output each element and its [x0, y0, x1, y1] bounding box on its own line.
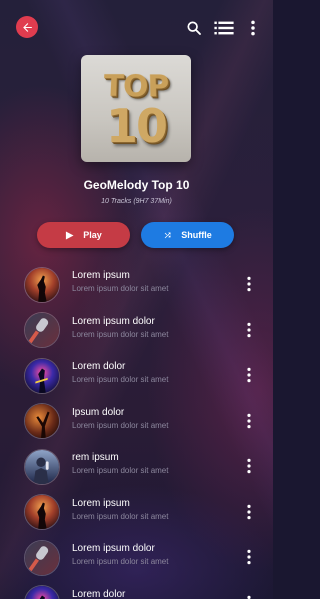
- more-vertical-icon: [248, 20, 258, 36]
- shuffle-label: Shuffle: [181, 230, 212, 240]
- play-label: Play: [83, 230, 102, 240]
- track-text: Ipsum dolor Lorem ipsum dolor sit amet: [72, 407, 168, 430]
- track-subtitle: Lorem ipsum dolor sit amet: [72, 284, 169, 293]
- track-title: Lorem ipsum: [72, 270, 130, 281]
- track-subtitle: Lorem ipsum dolor sit amet: [72, 557, 169, 566]
- track-artwork: [24, 312, 60, 349]
- more-vertical-icon: [244, 276, 254, 292]
- track-artwork: [24, 403, 60, 440]
- track-more-button[interactable]: [244, 504, 254, 520]
- track-more-button[interactable]: [244, 458, 254, 474]
- search-icon: [186, 20, 202, 36]
- track-artwork: [24, 448, 60, 485]
- track-subtitle: Lorem ipsum dolor sit amet: [72, 420, 169, 430]
- track-artwork: [24, 539, 60, 576]
- track-row[interactable]: Lorem ipsum Lorem ipsum dolor sit amet: [0, 490, 273, 536]
- track-title: Lorem dolor: [72, 588, 126, 599]
- playlist-meta: 10 Tracks (9H7 37Min): [101, 198, 172, 205]
- track-artwork: [24, 585, 60, 599]
- track-row[interactable]: Lorem ipsum dolor Lorem ipsum dolor sit a…: [0, 308, 273, 354]
- more-vertical-icon: [244, 322, 254, 338]
- track-title: rem ipsum: [72, 452, 119, 463]
- track-more-button[interactable]: [244, 413, 254, 429]
- queue-button[interactable]: [214, 20, 234, 36]
- more-options-button[interactable]: [248, 20, 258, 36]
- track-more-button[interactable]: [244, 595, 254, 599]
- play-icon: [65, 230, 74, 240]
- more-vertical-icon: [244, 595, 254, 599]
- track-title: Lorem dolor: [72, 361, 126, 372]
- track-row[interactable]: Lorem ipsum dolor Lorem ipsum dolor sit a…: [0, 535, 273, 581]
- track-title: Ipsum dolor: [72, 406, 125, 418]
- shuffle-icon: [163, 231, 172, 240]
- track-artwork: [24, 266, 60, 303]
- track-subtitle: Lorem ipsum dolor sit amet: [72, 511, 169, 521]
- track-artwork: [24, 357, 60, 394]
- track-row[interactable]: rem ipsum Lorem ipsum dolor sit amet: [0, 444, 273, 490]
- album-cover: TOP 10: [81, 55, 191, 162]
- playlist-icon: [214, 20, 234, 36]
- track-text: rem ipsum Lorem ipsum dolor sit amet: [72, 452, 168, 475]
- playlist-screen: TOP 10 GeoMelody Top 10 10 Tracks (9H7 3…: [0, 0, 273, 599]
- track-text: Lorem ipsum dolor Lorem ipsum dolor sit a…: [72, 316, 168, 339]
- more-vertical-icon: [244, 413, 254, 429]
- more-vertical-icon: [244, 458, 254, 474]
- playlist-title: GeoMelody Top 10: [83, 178, 190, 192]
- track-more-button[interactable]: [244, 367, 254, 383]
- top-bar: [0, 14, 273, 44]
- track-more-button[interactable]: [244, 549, 254, 565]
- track-text: Lorem dolor Lorem ipsum dolor sit amet: [72, 361, 168, 384]
- track-row[interactable]: Lorem dolor Lorem ipsum dolor sit amet: [0, 353, 273, 399]
- track-artwork: [24, 494, 60, 531]
- more-vertical-icon: [244, 549, 254, 565]
- track-text: Lorem ipsum Lorem ipsum dolor sit amet: [72, 498, 168, 521]
- track-text: Lorem dolorLorem ipsum dolor sit amet: [72, 589, 168, 599]
- track-text: Lorem ipsum dolor Lorem ipsum dolor sit a…: [72, 543, 168, 566]
- search-button[interactable]: [186, 20, 202, 36]
- back-button[interactable]: [16, 16, 38, 38]
- play-button[interactable]: Play: [37, 222, 130, 248]
- more-vertical-icon: [244, 504, 254, 520]
- track-subtitle: Lorem ipsum dolor sit amet: [72, 375, 169, 384]
- shuffle-button[interactable]: Shuffle: [141, 222, 234, 248]
- track-row[interactable]: Lorem ipsum Lorem ipsum dolor sit amet: [0, 262, 273, 308]
- cover-number-text: 10: [105, 99, 168, 153]
- more-vertical-icon: [244, 367, 254, 383]
- track-title: Lorem ipsum dolor: [72, 315, 155, 327]
- track-row[interactable]: Ipsum dolor Lorem ipsum dolor sit amet: [0, 399, 273, 445]
- arrow-left-icon: [21, 21, 34, 34]
- track-text: Lorem ipsum Lorem ipsum dolor sit amet: [72, 270, 168, 293]
- track-more-button[interactable]: [244, 322, 254, 338]
- track-subtitle: Lorem ipsum dolor sit amet: [72, 329, 169, 339]
- track-row[interactable]: Lorem dolorLorem ipsum dolor sit amet: [0, 581, 273, 599]
- track-title: Lorem ipsum: [72, 497, 130, 509]
- track-list: Lorem ipsum Lorem ipsum dolor sit amet Lor…: [0, 262, 273, 599]
- track-more-button[interactable]: [244, 276, 254, 292]
- track-subtitle: Lorem ipsum dolor sit amet: [72, 466, 169, 475]
- track-title: Lorem ipsum dolor: [72, 543, 155, 554]
